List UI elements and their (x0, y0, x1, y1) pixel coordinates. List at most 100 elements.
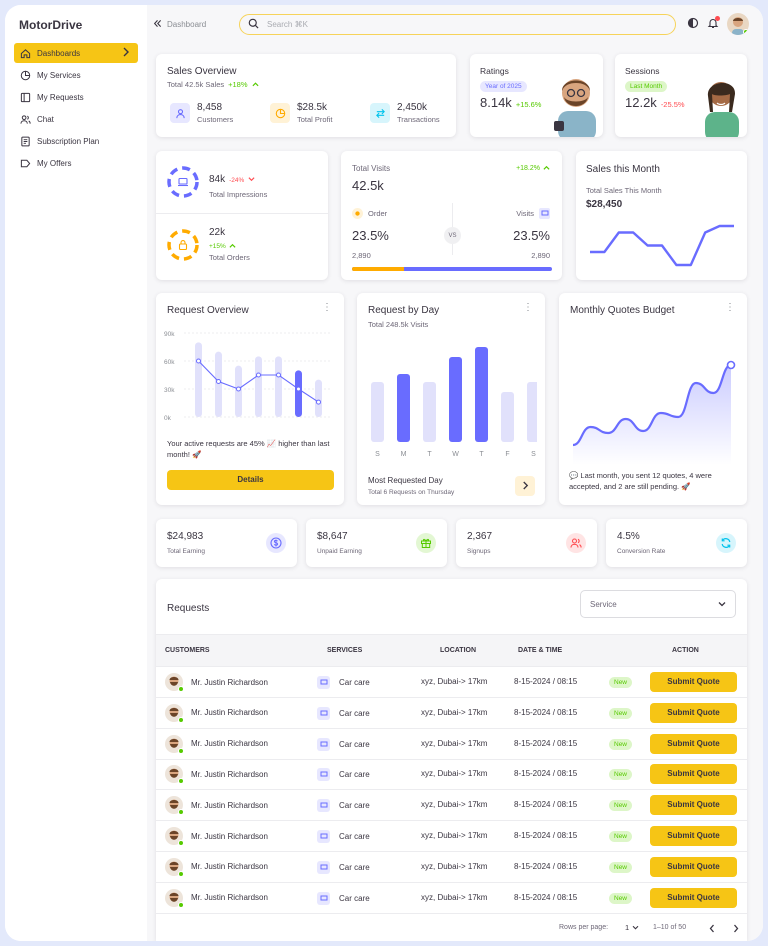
swap-icon (370, 103, 390, 123)
laptop-icon (539, 208, 550, 219)
bar (215, 351, 222, 417)
submit-quote-button[interactable]: Submit Quote (650, 795, 737, 816)
top-actions (687, 13, 749, 35)
line-point (256, 372, 261, 378)
character-illustration (705, 82, 739, 137)
sidebar-item-label: Subscription Plan (37, 136, 100, 146)
card-title: Sales this Month (586, 164, 660, 175)
monitor-icon (317, 768, 330, 782)
rows-per-page-select[interactable]: 1 (625, 923, 639, 932)
orders-change-row: +15% (209, 241, 236, 251)
customer-cell: Mr. Justin Richardson (165, 827, 268, 846)
submit-quote-button[interactable]: Submit Quote (650, 702, 737, 723)
more-options-icon[interactable]: ⋮ (322, 303, 332, 313)
customer-name[interactable]: Mr. Justin Richardson (191, 739, 268, 748)
prev-page-icon[interactable] (709, 924, 715, 935)
more-options-icon[interactable]: ⋮ (523, 303, 533, 313)
search-bar[interactable] (239, 14, 676, 35)
dollar-icon (266, 533, 286, 553)
customer-cell: Mr. Justin Richardson (165, 765, 268, 785)
line-point (276, 372, 281, 378)
brand-logo[interactable]: MotorDrive (19, 18, 82, 32)
sidebar-item-subscription-plan[interactable]: Subscription Plan (14, 131, 138, 151)
bar (371, 382, 384, 442)
datetime-cell: 8-15-2024 / 08:15 (514, 738, 578, 748)
submit-quote-button[interactable]: Submit Quote (650, 856, 737, 877)
more-options-icon[interactable]: ⋮ (725, 303, 735, 313)
service-name: Car care (339, 708, 370, 718)
customer-name[interactable]: Mr. Justin Richardson (191, 832, 268, 841)
search-input[interactable] (267, 20, 647, 29)
table-row[interactable]: Mr. Justin Richardson Car care xyz, Dubai-… (156, 729, 747, 760)
customer-name[interactable]: Mr. Justin Richardson (191, 893, 268, 902)
x-tick-label: W (452, 451, 459, 458)
page-range: 1–10 of 50 (653, 924, 687, 931)
order-label-row: Order (352, 208, 387, 219)
bar (475, 347, 488, 442)
ratings-value-row: 8.14k +15.6% (480, 95, 541, 110)
table-row[interactable]: Mr. Justin Richardson Car care xyz, Dubai-… (156, 883, 747, 914)
header-date-time: DATE & TIME (518, 647, 563, 654)
line-point (236, 386, 241, 392)
notification-bell-icon[interactable] (707, 16, 720, 31)
card-title: Total Visits (352, 164, 391, 173)
submit-quote-button[interactable]: Submit Quote (650, 887, 737, 908)
rows-per-page-value: 1 (625, 923, 630, 932)
vs-badge: VS (444, 227, 461, 244)
monitor-icon (317, 676, 330, 689)
customer-name[interactable]: Mr. Justin Richardson (191, 801, 268, 810)
status-badge: New (609, 861, 633, 873)
customer-name[interactable]: Mr. Justin Richardson (191, 678, 268, 687)
card-title: Request by Day (368, 305, 440, 316)
table-row[interactable]: Mr. Justin Richardson Car care xyz, Dubai-… (156, 759, 747, 791)
service-filter-select[interactable]: Service (580, 590, 736, 618)
chevron-down-icon (248, 174, 255, 184)
period-chip: Last Month (625, 81, 668, 92)
bar (397, 374, 410, 442)
table-row[interactable]: Mr. Justin Richardson Car care xyz, Dubai-… (156, 821, 747, 852)
collapse-sidebar-icon[interactable] (153, 19, 162, 30)
table-row[interactable]: Mr. Justin Richardson Car care xyz, Dubai-… (156, 698, 747, 729)
chevron-right-icon (122, 47, 130, 59)
submit-quote-button[interactable]: Submit Quote (650, 733, 737, 754)
submit-quote-button[interactable]: Submit Quote (650, 826, 737, 846)
sidebar-item-my-services[interactable]: My Services (14, 65, 138, 85)
metric-total-earning: $24,983 Total Earning (156, 519, 297, 567)
chevron-up-icon (252, 80, 259, 90)
period-chip: Year of 2025 (480, 81, 527, 92)
table-row[interactable]: Mr. Justin Richardson Car care xyz, Dubai-… (156, 790, 747, 822)
details-button[interactable]: Details (167, 470, 334, 490)
customer-name[interactable]: Mr. Justin Richardson (191, 862, 268, 871)
customer-name[interactable]: Mr. Justin Richardson (191, 770, 268, 779)
user-avatar[interactable] (727, 13, 749, 35)
sidebar-item-my-requests[interactable]: My Requests (14, 87, 138, 107)
breadcrumb-label[interactable]: Dashboard (167, 20, 206, 29)
card-title: Monthly Quotes Budget (570, 305, 675, 316)
customer-avatar (165, 827, 184, 846)
status-badge: New (609, 800, 633, 812)
top-bar: Dashboard (147, 5, 763, 47)
customer-name[interactable]: Mr. Justin Richardson (191, 708, 268, 717)
datetime-cell: 8-15-2024 / 08:15 (514, 769, 578, 779)
service-name: Car care (339, 770, 370, 780)
table-row[interactable]: Mr. Justin Richardson Car care xyz, Dubai-… (156, 667, 747, 698)
order-count: 2,890 (352, 251, 371, 260)
orders-label: Total Orders (209, 253, 250, 262)
submit-quote-button[interactable]: Submit Quote (650, 764, 737, 785)
theme-toggle-icon[interactable] (687, 17, 699, 31)
order-pct: 23.5% (352, 228, 389, 243)
table-row[interactable]: Mr. Justin Richardson Car care xyz, Dubai-… (156, 852, 747, 883)
next-page-icon[interactable] (733, 924, 739, 935)
area-fill (573, 365, 731, 465)
sidebar-item-chat[interactable]: Chat (14, 109, 138, 129)
bar (255, 356, 262, 417)
submit-quote-button[interactable]: Submit Quote (650, 672, 737, 692)
sidebar-item-my-offers[interactable]: My Offers (14, 153, 138, 173)
next-button[interactable] (515, 476, 535, 496)
sales-overview-card: Sales Overview Total 42.5k Sales +18% 8,… (156, 54, 456, 137)
service-cell: Car care (317, 799, 370, 813)
service-cell: Car care (317, 860, 370, 874)
header-customers: CUSTOMERS (165, 647, 210, 654)
sidebar-item-dashboards[interactable]: Dashboards (14, 43, 138, 63)
sales-series-line (590, 224, 734, 267)
